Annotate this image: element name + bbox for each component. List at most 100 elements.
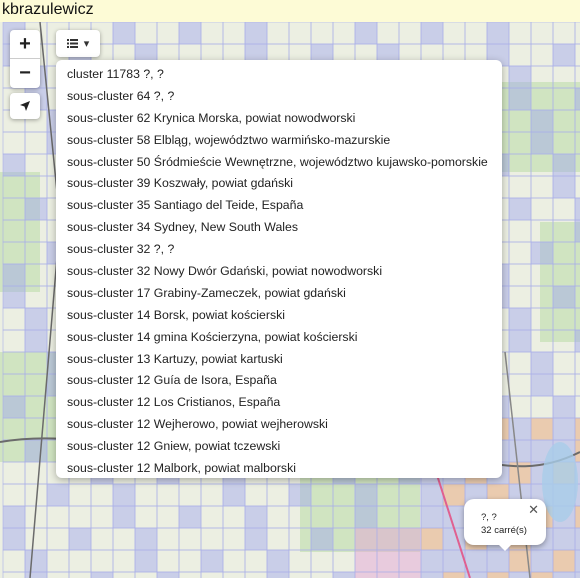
grid-square [376,22,400,45]
grid-square [178,571,202,578]
grid-square [266,571,290,578]
dropdown-item[interactable]: sous-cluster 14 Borsk, powiat kościerski [56,305,502,327]
grid-square [244,571,268,578]
cluster-list: cluster 11783 ?, ? sous-cluster 64 ?, ? so… [56,60,502,478]
dropdown-item[interactable]: sous-cluster 13 Kartuzy, powiat kartuski [56,349,502,371]
grid-square [508,43,532,67]
grid-square [552,417,576,441]
grid-square [442,505,466,529]
popup-count: 32 carré(s) [481,525,527,536]
close-icon[interactable]: ✕ [528,502,539,518]
zoom-out-button[interactable]: − [10,59,40,88]
grid-square [508,439,532,463]
grid-square [354,22,378,45]
chevron-down-icon: ▾ [83,38,90,50]
zoom-control: + − [10,30,40,88]
grid-square [244,22,268,45]
grid-square [24,197,48,221]
grid-square [244,527,268,551]
dropdown-item[interactable]: sous-cluster 14 gmina Kościerzyna, powia… [56,327,502,349]
location-arrow-icon [20,101,30,111]
grid-square [112,483,136,507]
popup-location: ?, ? [481,512,497,523]
grid-square [354,571,378,578]
grid-square [222,505,246,529]
dropdown-item[interactable]: sous-cluster 12 Guía de Isora, España [56,370,502,392]
grid-square [574,505,580,529]
grid-square [530,417,554,441]
grid-square [2,549,26,573]
dropdown-item[interactable]: sous-cluster 12 Wejherowo, powiat wejher… [56,414,502,436]
grid-square [420,22,444,45]
grid-square [574,197,580,221]
grid-square [574,395,580,419]
grid-square [2,131,26,155]
grid-square [112,527,136,551]
dropdown-item[interactable]: sous-cluster 35 Santiago del Teide, Espa… [56,195,502,217]
grid-square [508,307,532,331]
grid-square [486,549,510,573]
dropdown-item[interactable]: sous-cluster 50 Śródmieście Wewnętrzne, … [56,152,502,174]
grid-square [574,571,580,578]
grid-square [2,461,26,485]
grid-square [530,373,554,397]
grid-square [508,263,532,287]
grid-square [266,527,290,551]
grid-square [354,505,378,529]
grid-square [398,571,422,578]
dropdown-item[interactable]: sous-cluster 32 Nowy Dwór Gdański, powia… [56,261,502,283]
grid-square [574,43,580,67]
dropdown-item[interactable]: sous-cluster 12 Los Cristianos, España [56,392,502,414]
grid-square [508,351,532,375]
grid-square [24,307,48,331]
grid-square [266,505,290,529]
grid-square [134,22,158,45]
dropdown-item[interactable]: sous-cluster 58 Elbląg, województwo warm… [56,130,502,152]
dropdown-item[interactable]: sous-cluster 17 Grabiny-Zameczek, powiat… [56,283,502,305]
dropdown-item[interactable]: sous-cluster 34 Sydney, New South Wales [56,217,502,239]
dropdown-item[interactable]: sous-cluster 12 Gniew, powiat tczewski [56,436,502,458]
grid-square [200,505,224,529]
grid-square [24,549,48,573]
grid-square [574,351,580,375]
grid-square [266,483,290,507]
dropdown-item[interactable]: sous-cluster 32 ?, ? [56,239,502,261]
grid-square [288,571,312,578]
grid-square [222,527,246,551]
zoom-in-button[interactable]: + [10,30,40,59]
grid-square [288,22,312,45]
grid-square [508,65,532,89]
grid-square [442,22,466,45]
grid-square [508,571,532,578]
grid-square [530,43,554,67]
grid-square [288,549,312,573]
grid-square [24,571,48,578]
grid-square [508,285,532,309]
grid-square [508,22,532,45]
grid-square [156,527,180,551]
grid-square [530,131,554,155]
grid-square [530,197,554,221]
grid-square [530,175,554,199]
grid-square [200,22,224,45]
dropdown-item[interactable]: cluster 11783 ?, ? [56,64,502,86]
grid-square [24,461,48,485]
dropdown-item[interactable]: sous-cluster 62 Krynica Morska, powiat n… [56,108,502,130]
layers-button[interactable]: ▾ [56,30,100,57]
grid-square [442,571,466,578]
map-popup: ✕ ?, ? 32 carré(s) [464,499,546,551]
grid-square [200,571,224,578]
grid-square [178,22,202,45]
locate-button[interactable] [10,93,40,119]
grid-square [222,549,246,573]
grid-square [24,131,48,155]
grid-square [134,549,158,573]
dropdown-item[interactable]: sous-cluster 64 ?, ? [56,86,502,108]
grid-square [178,483,202,507]
grid-square [24,527,48,551]
grid-square [2,153,26,177]
grid-square [376,527,400,551]
dropdown-item[interactable]: sous-cluster 39 Koszwały, powiat gdański [56,173,502,195]
grid-square [178,527,202,551]
dropdown-item[interactable]: sous-cluster 12 Malbork, powiat malborsk… [56,458,502,478]
